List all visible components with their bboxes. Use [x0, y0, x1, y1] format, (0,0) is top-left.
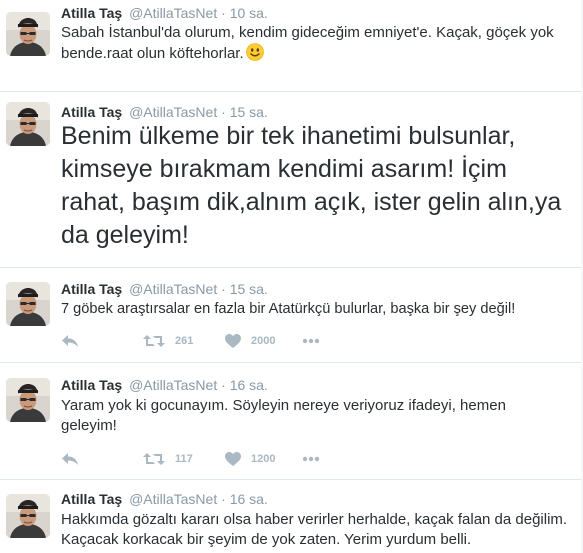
separator: · — [221, 281, 226, 297]
tweet-text: 7 göbek araştırsalar en fazla bir Atatür… — [61, 301, 516, 317]
avatar[interactable] — [6, 494, 50, 538]
separator: · — [221, 5, 226, 21]
tweet[interactable]: Atilla Taş @AtillaTasNet · 16 sa. Yaram … — [0, 363, 583, 480]
tweet-actions: 261 2000 — [61, 331, 361, 351]
tweet-header: Atilla Taş @AtillaTasNet · 15 sa. — [61, 281, 268, 297]
separator: · — [221, 491, 226, 507]
tweet-text: Benim ülkeme bir tek ihanetimi bulsunlar… — [61, 122, 569, 249]
user-handle[interactable]: @AtillaTasNet — [129, 491, 217, 507]
retweet-button[interactable]: 261 — [143, 331, 193, 351]
tweet-header: Atilla Taş @AtillaTasNet · 10 sa. — [61, 5, 268, 21]
tweet-feed: Atilla Taş @AtillaTasNet · 10 sa. Sabah … — [0, 0, 583, 553]
separator: · — [221, 377, 226, 393]
timestamp[interactable]: 16 sa. — [230, 377, 268, 393]
timestamp[interactable]: 16 sa. — [230, 491, 268, 507]
more-button[interactable] — [302, 331, 320, 351]
user-name[interactable]: Atilla Taş — [61, 491, 122, 507]
separator: · — [221, 104, 226, 120]
more-button[interactable] — [302, 449, 320, 469]
tweet-header: Atilla Taş @AtillaTasNet · 16 sa. — [61, 377, 268, 393]
reply-icon — [61, 334, 79, 348]
tweet-text: Yaram yok ki gocunayım. Söyleyin nereye … — [61, 397, 511, 434]
retweet-count: 261 — [175, 335, 194, 347]
reply-button[interactable] — [61, 449, 79, 469]
tweet-text: Hakkımda gözaltı kararı olsa haber verir… — [61, 511, 572, 548]
avatar[interactable] — [6, 12, 50, 56]
user-name[interactable]: Atilla Taş — [61, 104, 122, 120]
timestamp[interactable]: 15 sa. — [230, 281, 268, 297]
user-handle[interactable]: @AtillaTasNet — [129, 281, 217, 297]
heart-icon — [225, 452, 241, 466]
reply-icon — [61, 452, 79, 466]
user-name[interactable]: Atilla Taş — [61, 377, 122, 393]
retweet-icon — [143, 334, 165, 348]
avatar[interactable] — [6, 282, 50, 326]
like-button[interactable]: 2000 — [225, 331, 275, 351]
retweet-icon — [143, 452, 165, 466]
avatar[interactable] — [6, 378, 50, 422]
retweet-count: 117 — [175, 453, 193, 465]
tweet[interactable]: Atilla Taş @AtillaTasNet · 15 sa. Benim … — [0, 92, 583, 268]
tweet-header: Atilla Taş @AtillaTasNet · 16 sa. — [61, 491, 268, 507]
like-button[interactable]: 1200 — [225, 449, 275, 469]
avatar[interactable] — [6, 102, 50, 146]
user-name[interactable]: Atilla Taş — [61, 5, 122, 21]
tweet-header: Atilla Taş @AtillaTasNet · 15 sa. — [61, 104, 268, 120]
more-dots-icon — [302, 338, 320, 344]
tweet-text-content: Sabah İstanbul'da olurum, kendim gideceğ… — [61, 24, 558, 62]
like-count: 2000 — [251, 335, 276, 347]
reply-button[interactable] — [61, 331, 79, 351]
user-handle[interactable]: @AtillaTasNet — [129, 104, 217, 120]
tweet[interactable]: Atilla Taş @AtillaTasNet · 15 sa. 7 göbe… — [0, 268, 583, 363]
timestamp[interactable]: 15 sa. — [230, 104, 268, 120]
tweet[interactable]: Atilla Taş @AtillaTasNet · 16 sa. Hakkım… — [0, 480, 583, 553]
timestamp[interactable]: 10 sa. — [230, 5, 268, 21]
user-handle[interactable]: @AtillaTasNet — [129, 377, 217, 393]
user-handle[interactable]: @AtillaTasNet — [129, 5, 217, 21]
smiling-face-emoji-icon — [245, 43, 264, 61]
heart-icon — [225, 334, 241, 348]
user-name[interactable]: Atilla Taş — [61, 281, 122, 297]
tweet-actions: 117 1200 — [61, 449, 361, 469]
retweet-button[interactable]: 117 — [143, 449, 193, 469]
more-dots-icon — [302, 456, 320, 462]
tweet-text: Sabah İstanbul'da olurum, kendim gideceğ… — [61, 23, 577, 64]
like-count: 1200 — [251, 453, 276, 465]
tweet[interactable]: Atilla Taş @AtillaTasNet · 10 sa. Sabah … — [0, 0, 583, 92]
